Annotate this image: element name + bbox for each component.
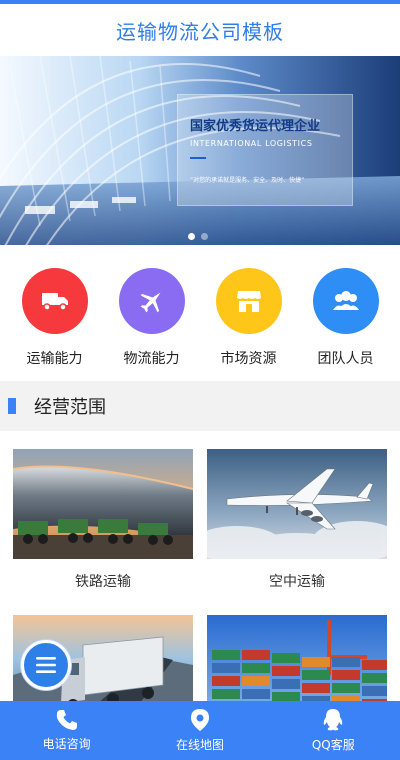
- site-title: 运输物流公司模板: [116, 19, 284, 44]
- section-title: 经营范围: [34, 397, 106, 418]
- nav-label: QQ客服: [311, 738, 355, 752]
- carousel-indicators: [188, 233, 208, 240]
- phone-icon: [56, 710, 77, 730]
- banner-divider: [190, 157, 206, 159]
- menu-icon: [36, 657, 56, 673]
- feature-label: 市场资源: [220, 351, 277, 367]
- banner-headline: 国家优秀货运代理企业: [190, 119, 321, 134]
- feature-label: 运输能力: [26, 351, 83, 367]
- qq-icon: [324, 709, 343, 731]
- feature-logistics-capacity[interactable]: 物流能力: [107, 245, 197, 381]
- truck-icon: [21, 268, 88, 334]
- nav-label: 在线地图: [175, 738, 224, 752]
- feature-icon-row: 运输能力 物流能力 市场资源 团队人员: [0, 245, 400, 381]
- section-accent-bar: [8, 398, 16, 414]
- hero-banner[interactable]: 国家优秀货运代理企业 INTERNATIONAL LOGISTICS “对您的承…: [0, 56, 400, 245]
- map-pin-icon: [190, 709, 209, 731]
- service-card-air[interactable]: 空中运输: [207, 449, 387, 603]
- banner-description: “对您的承诺就是服务、安全、及时、快捷”: [190, 177, 305, 184]
- bottom-navigation: 电话咨询 在线地图 QQ客服: [0, 701, 400, 760]
- site-header: 运输物流公司模板: [0, 4, 400, 56]
- feature-label: 物流能力: [123, 351, 180, 367]
- carousel-dot-2[interactable]: [201, 233, 208, 240]
- nav-qq-service[interactable]: QQ客服: [267, 701, 400, 760]
- service-card-railway[interactable]: 铁路运输: [13, 449, 193, 603]
- floating-menu-button[interactable]: [21, 640, 71, 690]
- airplane-icon: [118, 268, 185, 334]
- page: 运输物流公司模板 国家优秀货运代理企业 INTERNATIONAL LOGIST…: [0, 0, 400, 760]
- feature-team-members[interactable]: 团队人员: [301, 245, 391, 381]
- store-icon: [215, 268, 282, 334]
- feature-transport-capacity[interactable]: 运输能力: [10, 245, 100, 381]
- service-label: 铁路运输: [75, 574, 131, 590]
- banner-text-card: 国家优秀货运代理企业 INTERNATIONAL LOGISTICS “对您的承…: [177, 94, 353, 206]
- service-label: 空中运输: [269, 574, 325, 590]
- airplane-photo: [207, 449, 387, 559]
- nav-online-map[interactable]: 在线地图: [133, 701, 266, 760]
- railway-tanker-train-photo: [13, 449, 193, 559]
- section-header: 经营范围: [0, 381, 400, 431]
- feature-market-resources[interactable]: 市场资源: [204, 245, 294, 381]
- team-icon: [312, 268, 379, 334]
- banner-subtitle: INTERNATIONAL LOGISTICS: [190, 139, 313, 148]
- nav-label: 电话咨询: [42, 737, 91, 751]
- nav-phone-consult[interactable]: 电话咨询: [0, 701, 133, 760]
- carousel-dot-1[interactable]: [188, 233, 195, 240]
- feature-label: 团队人员: [317, 351, 374, 367]
